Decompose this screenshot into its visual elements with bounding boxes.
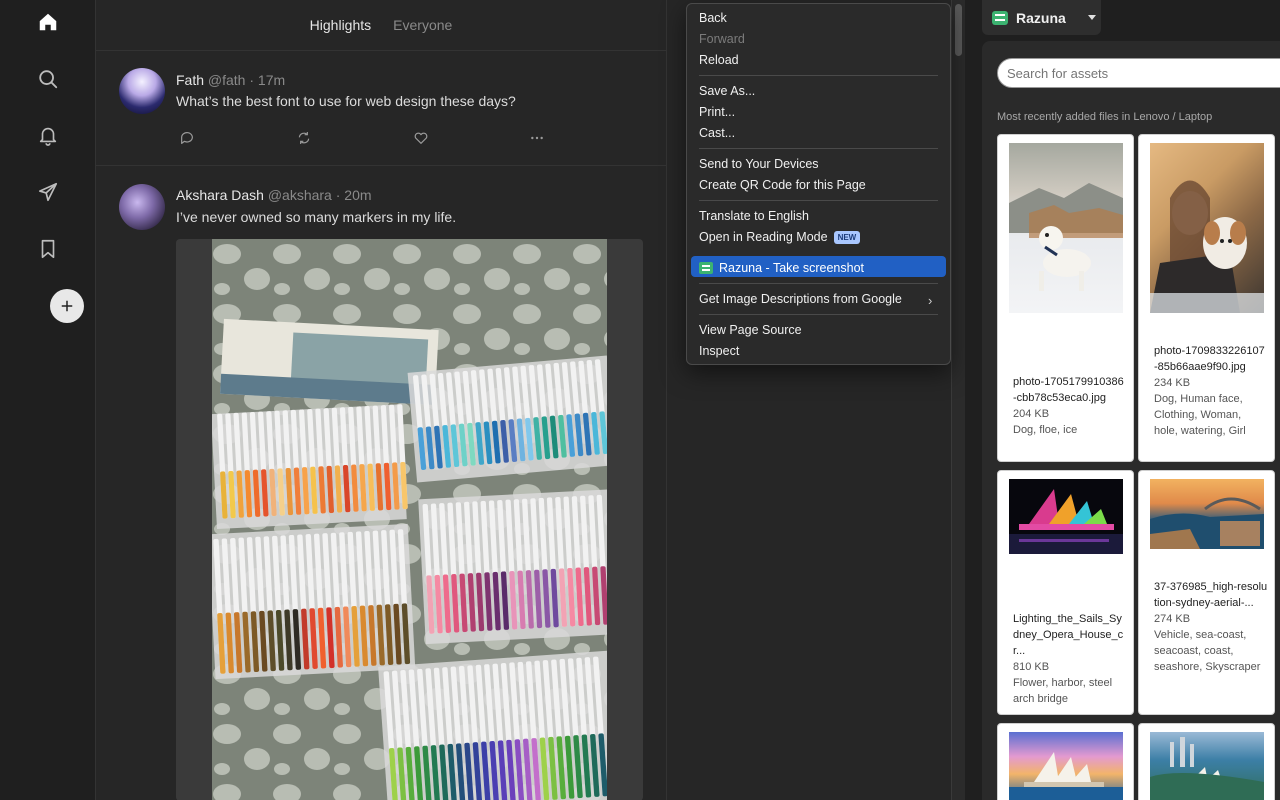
author-handle-time: @akshara · 20m [267, 187, 372, 203]
asset-filename[interactable]: photo-1705179910386-cbb78c53eca0.jpg [1013, 374, 1127, 406]
menu-item-save-as[interactable]: Save As... [699, 84, 755, 98]
left-nav-rail [0, 0, 96, 800]
asset-filename[interactable]: Lighting_the_Sails_Sydney_Opera_House_cr… [1013, 611, 1127, 659]
repost-icon[interactable] [295, 130, 313, 146]
tab-highlights[interactable]: Highlights [310, 17, 371, 33]
asset-card[interactable]: Lighting_the_Sails_Sydney_Opera_House_cr… [997, 470, 1134, 715]
asset-thumbnail [1150, 732, 1264, 800]
recent-files-note: Most recently added files in Lenovo / La… [997, 111, 1213, 123]
post-body: I’ve never owned so many markers in my l… [176, 209, 457, 225]
chevron-right-icon: › [928, 293, 933, 308]
menu-item-view-source[interactable]: View Page Source [699, 323, 802, 337]
send-icon[interactable] [30, 174, 66, 210]
compose-button[interactable] [50, 289, 84, 323]
avatar[interactable] [119, 184, 165, 230]
menu-item-print[interactable]: Print... [699, 105, 735, 119]
asset-tags: Dog, floe, ice [1013, 424, 1078, 436]
asset-thumbnail [1009, 732, 1123, 800]
feed-tabs: Highlights Everyone [96, 0, 666, 51]
asset-search-input[interactable] [997, 58, 1280, 88]
post-header: Fath @fath · 17m [176, 72, 285, 88]
asset-tags: Dog, Human face, Clothing, Woman, hole, … [1154, 393, 1246, 437]
menu-item-inspect[interactable]: Inspect [699, 344, 739, 358]
author-handle-time: @fath · 17m [207, 72, 286, 88]
menu-item-cast[interactable]: Cast... [699, 126, 735, 140]
post-header: Akshara Dash @akshara · 20m [176, 187, 372, 203]
new-badge: NEW [833, 231, 861, 245]
razuna-content: Most recently added files in Lenovo / La… [982, 41, 1280, 800]
asset-thumbnail [1150, 479, 1264, 549]
author-name[interactable]: Akshara Dash [176, 187, 264, 203]
asset-filename[interactable]: 37-376985_high-resolution-sydney-aerial-… [1154, 579, 1268, 611]
author-name[interactable]: Fath [176, 72, 204, 88]
reply-icon[interactable] [178, 130, 196, 146]
caret-down-icon [1087, 15, 1096, 20]
home-icon[interactable] [30, 4, 66, 40]
menu-item-send-to-devices[interactable]: Send to Your Devices [699, 157, 819, 171]
context-menu: Back Forward Reload Save As... Print... … [686, 3, 951, 365]
asset-info: photo-1709833226107-85b66aae9f90.jpg 234… [1154, 343, 1268, 439]
scrollbar-thumb[interactable] [955, 4, 962, 56]
asset-info: photo-1705179910386-cbb78c53eca0.jpg 204… [1013, 374, 1127, 438]
plus-icon [61, 300, 73, 312]
menu-item-forward: Forward [699, 32, 745, 46]
asset-tags: Flower, harbor, steel arch bridge [1013, 677, 1113, 705]
asset-filename[interactable]: photo-1709833226107-85b66aae9f90.jpg [1154, 343, 1268, 375]
menu-separator [699, 75, 938, 76]
menu-item-create-qr[interactable]: Create QR Code for this Page [699, 178, 866, 192]
search-icon[interactable] [30, 61, 66, 97]
razuna-icon [699, 262, 713, 274]
asset-card[interactable]: 37-376985_high-resolution-sydney-aerial-… [1138, 470, 1275, 715]
asset-card[interactable] [997, 723, 1134, 800]
post-fath[interactable]: Fath @fath · 17m What’s the best font to… [96, 51, 666, 166]
menu-separator [699, 148, 938, 149]
menu-item-reading-mode[interactable]: Open in Reading Mode NEW [699, 230, 861, 245]
menu-item-image-descriptions[interactable]: Get Image Descriptions from Google [699, 292, 902, 306]
razuna-workspace-selector[interactable]: Razuna [982, 0, 1101, 35]
menu-separator [699, 200, 938, 201]
markers-photo [212, 239, 607, 800]
asset-tags: Vehicle, sea-coast, seacoast, coast, sea… [1154, 629, 1261, 673]
razuna-panel: Razuna Most recently added files in Leno… [965, 0, 1280, 800]
asset-thumbnail [1009, 143, 1123, 313]
asset-size: 274 KB [1154, 613, 1191, 625]
menu-separator [699, 314, 938, 315]
post-body: What’s the best font to use for web desi… [176, 93, 516, 109]
asset-size: 234 KB [1154, 377, 1191, 389]
razuna-title: Razuna [1016, 9, 1066, 26]
like-icon[interactable] [412, 130, 430, 146]
asset-info: 37-376985_high-resolution-sydney-aerial-… [1154, 579, 1268, 675]
menu-item-back[interactable]: Back [699, 11, 727, 25]
app-window: Highlights Everyone Fath @fath · 17m Wha… [0, 0, 1280, 800]
asset-size: 810 KB [1013, 661, 1050, 673]
page-scrollbar[interactable] [951, 0, 965, 800]
asset-card[interactable]: photo-1709833226107-85b66aae9f90.jpg 234… [1138, 134, 1275, 462]
menu-item-razuna-screenshot[interactable]: Razuna - Take screenshot [699, 261, 864, 275]
avatar[interactable] [119, 68, 165, 114]
reading-mode-label: Open in Reading Mode [699, 230, 828, 244]
tab-everyone[interactable]: Everyone [393, 17, 452, 33]
razuna-logo-icon [992, 10, 1008, 25]
menu-separator [699, 283, 938, 284]
post-media[interactable] [176, 239, 643, 800]
menu-item-reload[interactable]: Reload [699, 53, 739, 67]
post-akshara[interactable]: Akshara Dash @akshara · 20m I’ve never o… [96, 166, 666, 800]
asset-card[interactable] [1138, 723, 1275, 800]
razuna-screenshot-label: Razuna - Take screenshot [719, 261, 864, 275]
bell-icon[interactable] [30, 117, 66, 153]
more-icon[interactable] [528, 130, 546, 146]
asset-thumbnail [1150, 143, 1264, 313]
asset-size: 204 KB [1013, 408, 1050, 420]
feed-column: Highlights Everyone Fath @fath · 17m Wha… [96, 0, 667, 800]
asset-card[interactable]: photo-1705179910386-cbb78c53eca0.jpg 204… [997, 134, 1134, 462]
menu-item-translate[interactable]: Translate to English [699, 209, 809, 223]
post-actions [178, 130, 548, 146]
bookmark-icon[interactable] [30, 231, 66, 267]
asset-thumbnail [1009, 479, 1123, 554]
asset-info: Lighting_the_Sails_Sydney_Opera_House_cr… [1013, 611, 1127, 707]
